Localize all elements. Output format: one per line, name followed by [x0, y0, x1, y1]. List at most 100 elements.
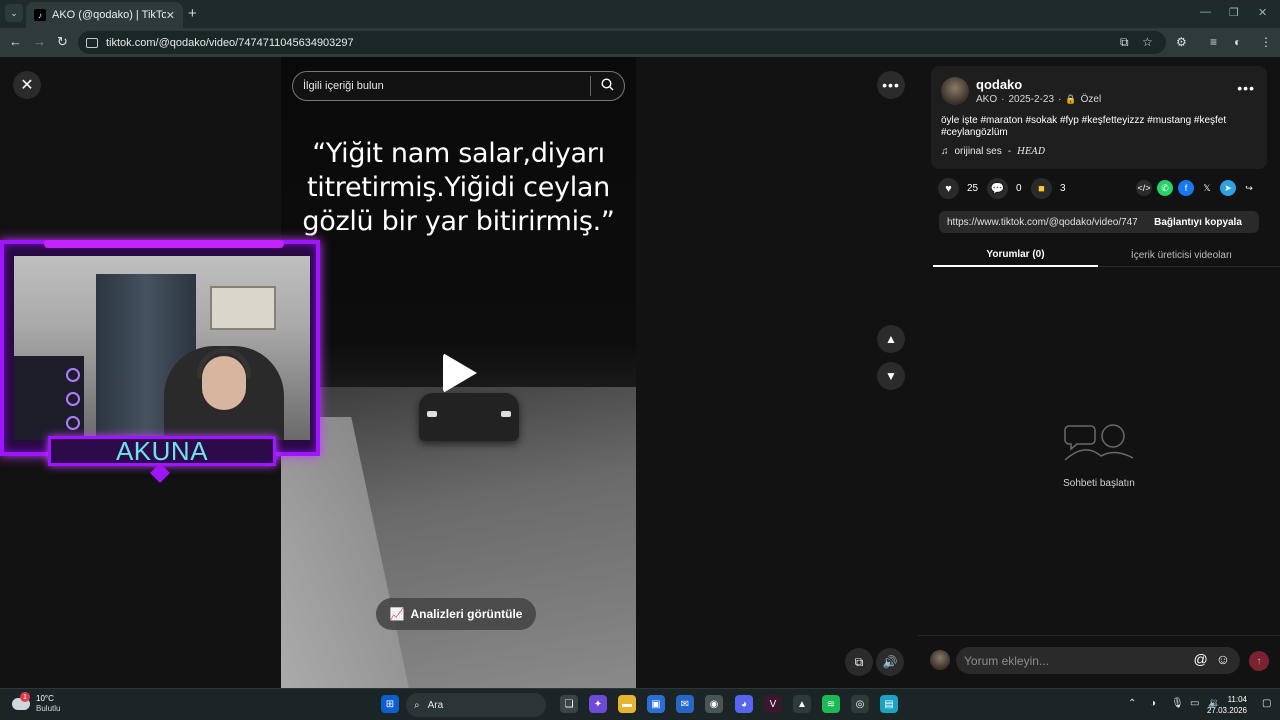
reload-icon[interactable]: ↻	[57, 34, 68, 50]
taskbar-search[interactable]: ⌕ Ara	[406, 693, 546, 717]
video-link[interactable]: https://www.tiktok.com/@qodako/video/747…	[939, 217, 1137, 228]
post-actions: ♥ 25 💬 0 ■ 3 </> ✆ f 𝕏 ➤ ↪	[938, 178, 1268, 200]
telegram-icon[interactable]: ➤	[1220, 180, 1236, 196]
notepad-icon[interactable]: ▤	[880, 695, 898, 713]
comment-button[interactable]: 💬 0	[987, 178, 1022, 199]
notifications-icon[interactable]: ▢	[1262, 698, 1271, 709]
profile-icon[interactable]: ◐	[1234, 35, 1241, 49]
tiktok-icon: ♪	[34, 9, 46, 21]
emoji-icon[interactable]: ☺	[1216, 651, 1230, 667]
send-comment-button[interactable]: ↑	[1249, 651, 1269, 671]
system-clock[interactable]: 11:04 27.03.2026	[1207, 694, 1247, 716]
embed-icon[interactable]: </>	[1136, 180, 1152, 196]
mini-player-button[interactable]: ⧉	[845, 648, 873, 676]
post-more-icon[interactable]: •••	[1237, 80, 1255, 96]
tray-app-icon[interactable]: ◑	[1150, 698, 1156, 709]
file-explorer-icon[interactable]: ▬	[618, 695, 636, 713]
author-username[interactable]: qodako	[976, 77, 1022, 92]
url-text: tiktok.com/@qodako/video/747471104563490…	[106, 36, 354, 49]
cam-fan	[66, 416, 80, 430]
panel-tabs: Yorumlar (0) İçerik üreticisi videoları	[933, 243, 1280, 267]
whatsapp-icon[interactable]: ✆	[1157, 180, 1173, 196]
like-button[interactable]: ♥ 25	[938, 178, 978, 199]
search-placeholder: İlgili içeriği bulun	[303, 80, 384, 92]
search-icon[interactable]	[601, 78, 614, 94]
site-info-icon[interactable]	[86, 37, 98, 48]
share-link-bar: https://www.tiktok.com/@qodako/video/747…	[939, 211, 1259, 233]
browser-tab[interactable]: ♪ AKO (@qodako) | TikTok ✕	[26, 2, 183, 28]
forward-icon[interactable]: →	[33, 34, 46, 49]
close-video-button[interactable]: ✕	[13, 71, 41, 99]
chat-bubbles-icon	[1063, 420, 1135, 464]
video-area: ✕ “Yiğit nam salar,diyarı titretirmiş.Yi…	[0, 57, 918, 688]
store-icon[interactable]: ▣	[647, 695, 665, 713]
weather-description: Bulutlu	[36, 704, 61, 713]
menu-icon[interactable]: ⋮	[1260, 35, 1272, 49]
restore-icon[interactable]: ❐	[1229, 6, 1239, 19]
meta-separator: ·	[1001, 94, 1005, 105]
chrome-icon[interactable]: ◉	[705, 695, 723, 713]
share-icon[interactable]: ↪	[1241, 180, 1257, 196]
cam-poster	[210, 286, 276, 330]
install-app-icon[interactable]: ⧉	[1120, 35, 1129, 50]
next-video-button[interactable]: ▼	[877, 362, 905, 390]
minimize-icon[interactable]: —	[1200, 6, 1211, 18]
view-analytics-button[interactable]: 📈 Analizleri görüntüle	[376, 598, 536, 630]
media-control-icon[interactable]: ≡	[1210, 35, 1217, 49]
bookmark-star-icon[interactable]: ☆	[1142, 35, 1153, 49]
x-icon[interactable]: 𝕏	[1199, 180, 1215, 196]
spotify-icon[interactable]: ≋	[822, 695, 840, 713]
steam-icon[interactable]: ◎	[851, 695, 869, 713]
task-view-icon[interactable]: ❏	[560, 695, 578, 713]
tab-comments[interactable]: Yorumlar (0)	[933, 243, 1098, 267]
tab-close-icon[interactable]: ✕	[166, 9, 175, 22]
windows-start-icon[interactable]: ⊞	[381, 695, 399, 713]
save-button[interactable]: ■ 3	[1031, 178, 1066, 199]
tiktok-page: ✕ “Yiğit nam salar,diyarı titretirmiş.Yi…	[0, 57, 1280, 688]
sound-name: orijinal ses	[954, 146, 1002, 157]
discord-icon[interactable]: ◕	[735, 695, 753, 713]
like-count: 25	[967, 183, 979, 194]
window-close-icon[interactable]: ✕	[1258, 6, 1267, 19]
author-avatar[interactable]	[941, 77, 969, 105]
tab-creator-videos[interactable]: İçerik üreticisi videoları	[1099, 243, 1264, 267]
related-search-input[interactable]: İlgili içeriği bulun	[292, 71, 625, 101]
music-note-icon: ♫	[941, 146, 949, 157]
car-light	[427, 411, 437, 417]
volume-button[interactable]: 🔊	[876, 648, 904, 676]
lock-icon: 🔒	[1065, 94, 1077, 104]
comment-input[interactable]: Yorum ekleyin... @ ☺	[956, 647, 1240, 674]
weather-badge: 1	[20, 692, 30, 702]
sound-link[interactable]: ♫ orijinal ses - HEAD	[941, 146, 1045, 157]
new-tab-icon[interactable]: +	[188, 5, 197, 22]
sound-artist: HEAD	[1017, 146, 1046, 157]
extensions-icon[interactable]: ⚙	[1176, 35, 1187, 49]
comment-count: 0	[1016, 183, 1022, 194]
weather-widget[interactable]: 1 10°C Bulutlu	[12, 692, 61, 714]
video-car	[419, 393, 519, 441]
address-bar[interactable]: tiktok.com/@qodako/video/747471104563490…	[78, 31, 1166, 54]
post-details-panel: qodako AKO · 2025-2-23 · 🔒 Özel ••• öyle…	[918, 57, 1280, 688]
author-display-name: AKO	[976, 94, 998, 105]
mention-icon[interactable]: @	[1193, 651, 1207, 667]
sound-separator: -	[1007, 146, 1012, 157]
comment-icon: 💬	[987, 178, 1008, 199]
previous-video-button[interactable]: ▲	[877, 325, 905, 353]
copilot-icon[interactable]: ✦	[589, 695, 607, 713]
back-icon[interactable]: ←	[9, 34, 22, 49]
more-options-button[interactable]: •••	[877, 71, 905, 99]
mail-icon[interactable]: ✉	[676, 695, 694, 713]
video-editor-icon[interactable]: V	[764, 695, 782, 713]
play-icon[interactable]	[443, 353, 477, 393]
copy-link-button[interactable]: Bağlantıyı kopyala	[1137, 211, 1259, 233]
tab-search-button[interactable]: ⌄	[5, 4, 23, 22]
car-light	[501, 411, 511, 417]
network-icon[interactable]: ▭	[1190, 698, 1199, 709]
tray-expand-icon[interactable]: ⌃	[1128, 698, 1136, 709]
browser-toolbar: ← → ↻ tiktok.com/@qodako/video/747471104…	[0, 28, 1280, 57]
video-player[interactable]: “Yiğit nam salar,diyarı titretirmiş.Yiği…	[281, 57, 636, 688]
app-icon[interactable]: ▲	[793, 695, 811, 713]
facebook-icon[interactable]: f	[1178, 180, 1194, 196]
microphone-icon[interactable]: 🎙	[1171, 698, 1184, 709]
video-caption-text: “Yiğit nam salar,diyarı titretirmiş.Yiği…	[302, 138, 615, 237]
